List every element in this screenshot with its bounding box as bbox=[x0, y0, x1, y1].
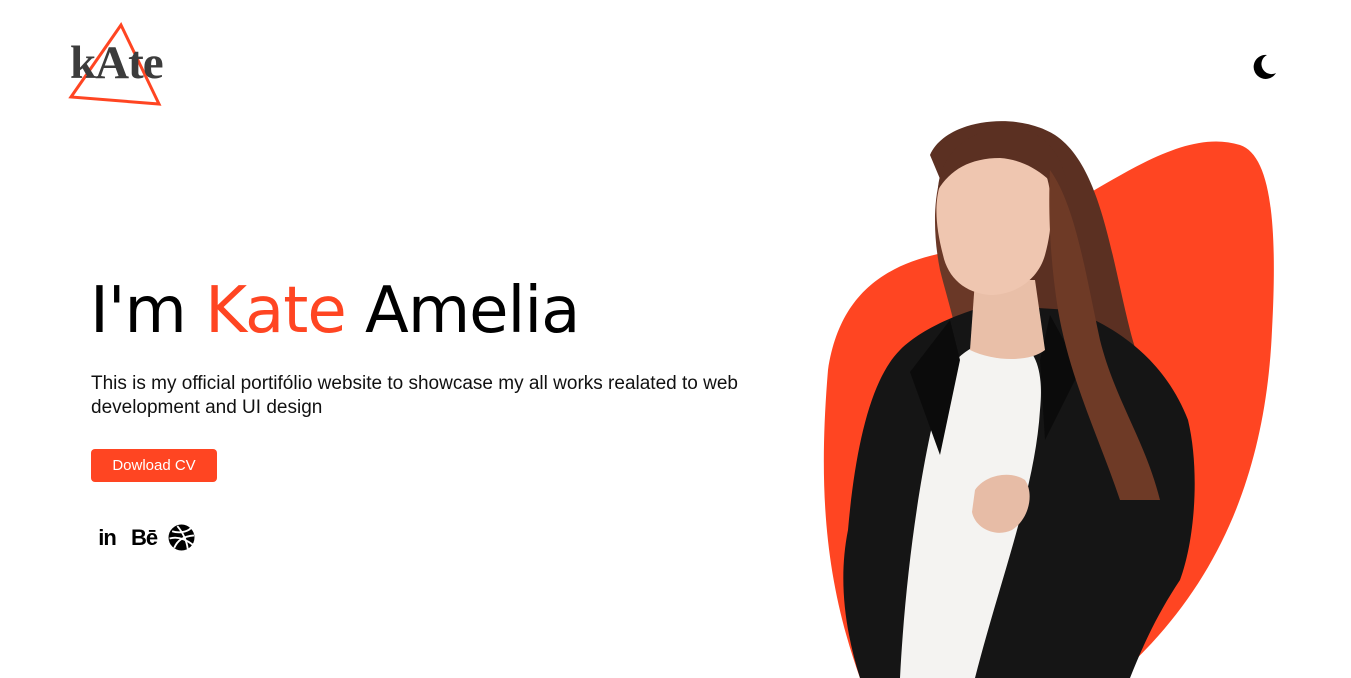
linkedin-link[interactable]: in bbox=[94, 525, 120, 551]
moon-icon bbox=[1253, 54, 1276, 79]
dribbble-link[interactable] bbox=[168, 524, 195, 551]
theme-toggle-button[interactable] bbox=[1250, 53, 1278, 81]
hero-greeting: I'm bbox=[90, 274, 187, 348]
hero-title: I'm Kate Amelia bbox=[90, 277, 580, 345]
hero-description: This is my official portifólio website t… bbox=[91, 373, 738, 418]
social-links: in Bē bbox=[94, 524, 195, 551]
hero-last-name: Amelia bbox=[365, 274, 580, 348]
hero-illustration bbox=[823, 121, 1274, 678]
logo-text: kAte bbox=[70, 37, 164, 89]
dribbble-icon bbox=[168, 524, 195, 551]
download-cv-button[interactable]: Dowload CV bbox=[91, 449, 217, 482]
hero-first-name: Kate bbox=[205, 274, 347, 348]
logo[interactable]: kAte bbox=[68, 22, 178, 108]
behance-link[interactable]: Bē bbox=[128, 525, 160, 551]
